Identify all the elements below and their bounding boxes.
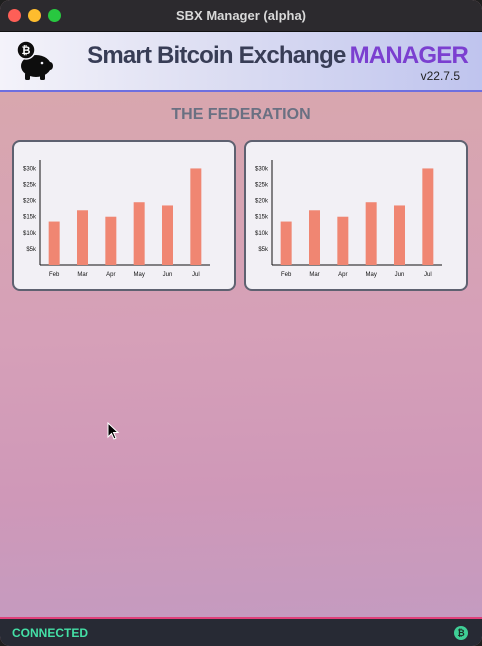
title-bar: SBX Manager (alpha) bbox=[0, 0, 482, 32]
y-tick-label: $30k bbox=[255, 166, 269, 172]
y-tick-label: $15k bbox=[255, 215, 269, 221]
y-tick-label: $20k bbox=[23, 199, 37, 205]
bar-chart: $5k $10k $15k $20k $25k $30k Feb Mar Apr May Jun Ju… bbox=[23, 160, 210, 278]
x-tick-label: Feb bbox=[49, 272, 60, 278]
bar-chart: $5k $10k $15k $20k $25k $30k Feb Mar Apr May Jun Ju… bbox=[255, 160, 442, 278]
revenue-chart-card: $5k $10k $15k $20k $25k $30k Feb Mar Apr May Jun Ju… bbox=[244, 140, 468, 291]
x-tick-label: May bbox=[365, 272, 376, 278]
y-tick-label: $10k bbox=[255, 231, 269, 237]
bitcoin-piggy-bank-icon: ₿ bbox=[16, 38, 54, 82]
status-bar: CONNECTED ₿ bbox=[0, 617, 482, 646]
bar bbox=[394, 205, 405, 265]
version-label: v22.7.5 bbox=[420, 69, 460, 83]
window-title: SBX Manager (alpha) bbox=[175, 8, 307, 23]
revenue-chart-card: $5k $10k $15k $20k $25k $30k Feb Mar Apr May Jun Ju… bbox=[12, 140, 236, 291]
x-tick-label: Apr bbox=[338, 272, 347, 278]
app-header: ₿ Smart Bitcoin Exchange MANAGER v22.7.5 bbox=[0, 32, 482, 92]
y-tick-label: $20k bbox=[255, 199, 269, 205]
y-tick-label: $25k bbox=[255, 183, 269, 189]
x-tick-label: Apr bbox=[106, 272, 115, 278]
app-title-accent: MANAGER bbox=[349, 42, 469, 69]
app-window: SBX Manager (alpha) ₿ Smart Bitcoin Exch… bbox=[0, 0, 482, 646]
bar bbox=[365, 202, 377, 265]
bar bbox=[133, 202, 145, 265]
svg-text:₿: ₿ bbox=[22, 44, 31, 57]
x-tick-label: Jul bbox=[424, 272, 432, 278]
y-tick-label: $5k bbox=[26, 247, 37, 253]
x-tick-label: Jun bbox=[395, 272, 405, 278]
mouse-cursor-icon bbox=[107, 421, 120, 445]
y-tick-label: $15k bbox=[23, 215, 37, 221]
bar bbox=[162, 205, 173, 265]
y-tick-label: $25k bbox=[23, 183, 37, 189]
x-tick-label: Feb bbox=[281, 272, 292, 278]
x-tick-label: Mar bbox=[77, 272, 87, 278]
section-title: THE FEDERATION bbox=[171, 106, 311, 123]
y-tick-label: $5k bbox=[258, 247, 269, 253]
app-title: Smart Bitcoin Exchange MANAGER bbox=[87, 42, 469, 70]
x-tick-label: Jul bbox=[192, 272, 200, 278]
bar bbox=[337, 216, 349, 265]
x-tick-label: Mar bbox=[309, 272, 319, 278]
bitcoin-status-icon: ₿ bbox=[454, 626, 468, 640]
y-tick-label: $10k bbox=[23, 231, 37, 237]
x-tick-label: Jun bbox=[163, 272, 173, 278]
app-title-main: Smart Bitcoin Exchange bbox=[87, 42, 346, 69]
bar bbox=[77, 210, 88, 265]
bar bbox=[280, 221, 292, 265]
bar bbox=[309, 210, 320, 265]
y-tick-label: $30k bbox=[23, 166, 37, 172]
x-tick-label: May bbox=[133, 272, 144, 278]
bar bbox=[422, 168, 434, 265]
connection-status: CONNECTED bbox=[12, 626, 89, 640]
bar bbox=[190, 168, 202, 265]
main-content: THE FEDERATION $5k $10k $15k $20k $25k $30k Fe… bbox=[0, 92, 482, 617]
bar bbox=[105, 216, 117, 265]
bar bbox=[48, 221, 60, 265]
